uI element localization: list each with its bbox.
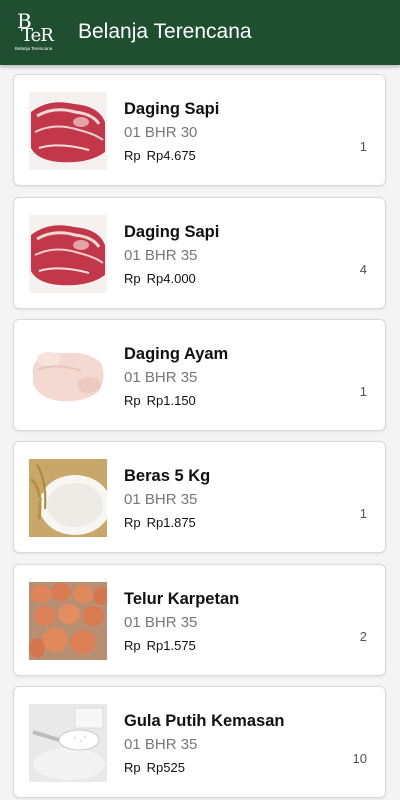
item-price: Rp Rp1.575 <box>124 638 196 653</box>
item-quantity: 1 <box>359 139 367 154</box>
item-price: Rp Rp1.875 <box>124 515 196 530</box>
item-quantity: 2 <box>359 629 367 644</box>
beef-image <box>29 215 107 293</box>
item-name: Gula Putih Kemasan <box>124 712 285 730</box>
item-code: 01 BHR 35 <box>124 247 198 264</box>
chicken-image <box>29 337 107 415</box>
item-code: 01 BHR 35 <box>124 614 198 631</box>
item-quantity: 1 <box>359 506 367 521</box>
app-bar: B TeR Belanja Terencana Belanja Terencan… <box>0 0 400 65</box>
eggs-image <box>29 582 107 660</box>
item-quantity: 1 <box>359 384 367 399</box>
item-price: Rp Rp4.675 <box>124 148 196 163</box>
item-name: Daging Ayam <box>124 345 229 363</box>
item-code: 01 BHR 30 <box>124 124 198 141</box>
item-price: Rp Rp525 <box>124 760 185 775</box>
list-item[interactable]: Daging Sapi 01 BHR 30 Rp Rp4.675 1 <box>13 74 386 186</box>
app-logo: B TeR Belanja Terencana <box>15 9 54 51</box>
beef-image <box>29 92 107 170</box>
item-code: 01 BHR 35 <box>124 491 198 508</box>
item-quantity: 10 <box>352 751 367 766</box>
list-item[interactable]: Daging Ayam 01 BHR 35 Rp Rp1.150 1 <box>13 319 386 431</box>
item-price: Rp Rp4.000 <box>124 271 196 286</box>
item-code: 01 BHR 35 <box>124 369 198 386</box>
list-item[interactable]: Daging Sapi 01 BHR 35 Rp Rp4.000 4 <box>13 197 386 309</box>
product-list[interactable]: Daging Sapi 01 BHR 30 Rp Rp4.675 1 Daging… <box>0 65 400 800</box>
list-item[interactable]: Beras 5 Kg 01 BHR 35 Rp Rp1.875 1 <box>13 441 386 553</box>
item-name: Daging Sapi <box>124 100 220 118</box>
item-name: Daging Sapi <box>124 223 220 241</box>
logo-tagline: Belanja Terencana <box>15 46 53 51</box>
app-title: Belanja Terencana <box>78 20 252 43</box>
sugar-image <box>29 704 107 782</box>
rice-image <box>29 459 107 537</box>
list-item[interactable]: Gula Putih Kemasan 01 BHR 35 Rp Rp525 10 <box>13 686 386 798</box>
item-name: Beras 5 Kg <box>124 467 211 485</box>
item-quantity: 4 <box>359 262 367 277</box>
item-price: Rp Rp1.150 <box>124 393 196 408</box>
item-name: Telur Karpetan <box>124 590 240 608</box>
item-code: 01 BHR 35 <box>124 736 198 753</box>
list-item[interactable]: Telur Karpetan 01 BHR 35 Rp Rp1.575 2 <box>13 564 386 676</box>
